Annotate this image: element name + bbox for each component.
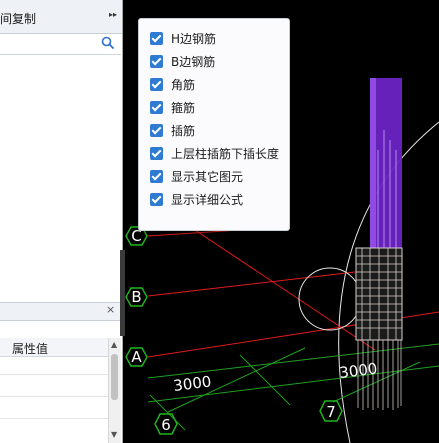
axis-marker-6[interactable]: 6: [154, 413, 178, 435]
option-label: 显示其它图元: [171, 169, 244, 184]
option-upper-dowel-length[interactable]: 上层柱插筋下插长度: [150, 144, 279, 162]
checkbox-h-side-rebar[interactable]: [150, 31, 163, 45]
option-label: 箍筋: [171, 100, 196, 115]
axis-label-7: 7: [326, 403, 336, 421]
scroll-down-icon[interactable]: ▼: [111, 430, 117, 439]
left-panel: 层间复制 ▸▸ × 属性值 ▲ ▼: [0, 0, 123, 443]
axis-line-diagonal: [194, 229, 376, 351]
option-label: 上层柱插筋下插长度: [171, 146, 280, 161]
search-icon[interactable]: [101, 36, 115, 53]
option-label: 插筋: [171, 123, 196, 138]
dimension-label-right: 3000: [338, 359, 378, 382]
option-label: 显示详细公式: [171, 192, 244, 207]
option-b-side-rebar[interactable]: B边钢筋: [150, 52, 215, 70]
close-icon[interactable]: ×: [106, 303, 115, 316]
table-row: [0, 374, 108, 375]
display-options-popup: H边钢筋 B边钢筋 角筋 箍筋 插筋 上层柱插筋下插长度 显示其它图元 显示详细…: [138, 18, 290, 231]
checkbox-show-other-elements[interactable]: [150, 169, 163, 183]
axis-marker-a[interactable]: A: [125, 347, 148, 367]
checkbox-stirrup[interactable]: [150, 100, 163, 114]
property-value-column-header: 属性值: [12, 342, 49, 356]
search-input[interactable]: [0, 34, 121, 55]
option-label: H边钢筋: [171, 31, 217, 46]
option-h-side-rebar[interactable]: H边钢筋: [150, 29, 216, 47]
left-toolbar: 层间复制 ▸▸: [0, 0, 122, 34]
checkbox-b-side-rebar[interactable]: [150, 54, 163, 68]
option-label: 角筋: [171, 77, 196, 92]
scroll-up-icon[interactable]: ▲: [111, 340, 117, 349]
option-show-other-elements[interactable]: 显示其它图元: [150, 167, 243, 185]
axis-label-6: 6: [161, 416, 171, 434]
axis-marker-7[interactable]: 7: [319, 400, 343, 422]
property-table-header: 属性值: [0, 338, 108, 357]
axis-marker-b[interactable]: B: [125, 287, 148, 307]
checkbox-show-detailed-formula[interactable]: [150, 192, 163, 206]
axis-line-b: [147, 271, 356, 297]
checkbox-dowel[interactable]: [150, 123, 163, 137]
property-panel-titlebar: ×: [0, 302, 121, 321]
dimension-label-left: 3000: [172, 372, 212, 395]
table-row: [0, 418, 108, 419]
selection-circle: [298, 267, 362, 331]
property-scrollbar[interactable]: ▲ ▼: [108, 338, 121, 443]
option-label: B边钢筋: [171, 54, 216, 69]
option-dowel[interactable]: 插筋: [150, 121, 195, 139]
checkbox-upper-dowel-length[interactable]: [150, 146, 163, 160]
expand-arrow-icon[interactable]: ▸▸: [109, 10, 117, 19]
axis-label-a: A: [131, 348, 142, 366]
column-top-highlight: [370, 78, 376, 248]
checkbox-corner-rebar[interactable]: [150, 77, 163, 91]
option-stirrup[interactable]: 箍筋: [150, 98, 195, 116]
scroll-thumb[interactable]: [111, 354, 118, 400]
option-show-detailed-formula[interactable]: 显示详细公式: [150, 190, 243, 208]
option-corner-rebar[interactable]: 角筋: [150, 75, 195, 93]
copy-between-floors-button[interactable]: 层间复制: [0, 10, 36, 27]
table-row: [0, 396, 108, 397]
axis-label-b: B: [131, 288, 141, 306]
